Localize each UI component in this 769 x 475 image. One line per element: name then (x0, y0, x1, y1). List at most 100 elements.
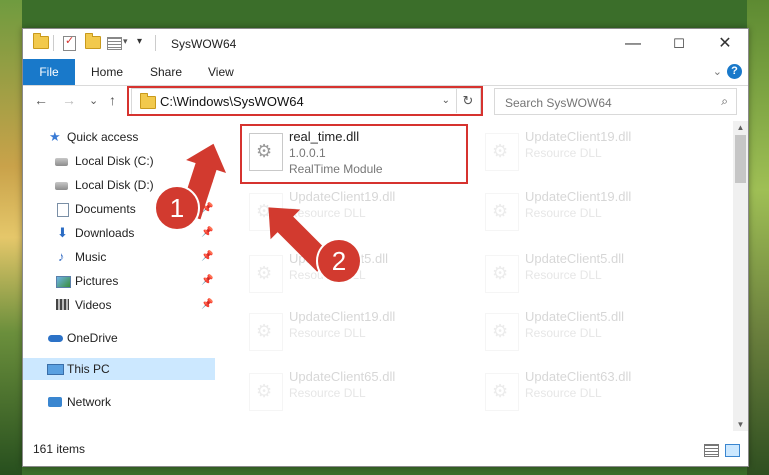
file-item[interactable]: UpdateClient19.dll Resource DLL (243, 307, 473, 355)
navigation-pane: ★ Quick access Local Disk (C:) 📌 Local D… (23, 121, 215, 431)
sidebar-item-music[interactable]: ♪ Music 📌 (23, 246, 215, 268)
file-item[interactable]: UpdateClient19.dll Resource DLL (479, 127, 709, 175)
vertical-scrollbar[interactable]: ▲ ▼ (733, 121, 748, 431)
ribbon-collapse-icon[interactable]: ⌄ (713, 65, 722, 78)
dll-file-icon (485, 313, 519, 351)
scroll-up-icon[interactable]: ▲ (733, 123, 748, 132)
dll-file-icon (249, 313, 283, 351)
file-description: Resource DLL (525, 146, 602, 160)
computer-icon (47, 364, 64, 375)
file-description: Resource DLL (525, 326, 602, 340)
sidebar-item-this-pc[interactable]: This PC (23, 358, 215, 380)
file-name: UpdateClient63.dll (525, 369, 632, 384)
pin-icon[interactable]: 📌 (201, 246, 213, 268)
maximize-button[interactable]: ☐ (656, 29, 702, 59)
dll-file-icon (249, 373, 283, 411)
annotation-badge-2: 2 (316, 238, 362, 284)
dll-file-icon (485, 255, 519, 293)
tab-share[interactable]: Share (150, 59, 182, 85)
sidebar-item-quick-access[interactable]: ★ Quick access (23, 126, 215, 148)
search-box[interactable]: ⌕ (494, 88, 737, 115)
music-icon: ♪ (58, 249, 65, 264)
pin-icon[interactable]: 📌 (201, 222, 213, 244)
network-icon (48, 397, 62, 407)
file-name: UpdateClient19.dll (289, 189, 396, 204)
recent-locations-button[interactable]: ⌄ (89, 94, 98, 107)
sidebar-item-local-disk-c[interactable]: Local Disk (C:) 📌 (23, 150, 215, 172)
sidebar-item-label: Videos (75, 298, 112, 312)
file-item[interactable]: UpdateClient5.dll Resource DLL (479, 249, 709, 297)
file-description: Resource DLL (525, 206, 602, 220)
dropdown-chevron-icon[interactable]: ▾ (123, 36, 128, 47)
scroll-thumb[interactable] (735, 135, 746, 183)
window-title: SysWOW64 (171, 37, 237, 51)
sidebar-item-label: Local Disk (C:) (75, 154, 154, 168)
status-bar: 161 items (23, 436, 748, 466)
folder-icon (33, 33, 49, 49)
large-icons-view-icon[interactable] (725, 444, 740, 457)
item-count: 161 items (33, 442, 86, 456)
up-button[interactable]: ↑ (109, 92, 116, 108)
disk-icon (55, 182, 68, 190)
new-folder-icon[interactable] (85, 33, 101, 49)
properties-icon[interactable]: ✓ (63, 35, 76, 51)
sidebar-item-label: Pictures (75, 274, 119, 288)
dll-file-icon (249, 255, 283, 293)
desktop-background-left (0, 0, 22, 475)
videos-icon (56, 299, 69, 310)
pictures-icon (56, 276, 71, 288)
pin-icon[interactable]: 📌 (201, 294, 213, 316)
title-bar: ✓ ▾ ▾ SysWOW64 — ☐ ✕ (23, 29, 748, 59)
sidebar-item-network[interactable]: Network (23, 391, 215, 413)
sidebar-item-label: OneDrive (67, 331, 118, 345)
navigation-bar: ← → ⌄ ↑ C:\Windows\SysWOW64 ⌄ ↻ ⌕ (23, 86, 748, 116)
sidebar-item-label: Music (75, 250, 107, 264)
file-list: real_time.dll 1.0.0.1 RealTime Module Up… (223, 121, 733, 431)
pin-icon[interactable]: 📌 (201, 270, 213, 292)
tab-home[interactable]: Home (91, 59, 123, 85)
file-item[interactable]: UpdateClient5.dll Resource DLL (479, 307, 709, 355)
forward-button[interactable]: → (62, 92, 76, 108)
search-icon[interactable]: ⌕ (721, 94, 728, 109)
file-description: Resource DLL (289, 386, 366, 400)
file-name: UpdateClient19.dll (525, 129, 632, 144)
customize-view-icon[interactable] (107, 37, 122, 50)
quick-access-dropdown-icon[interactable]: ▾ (137, 36, 142, 47)
address-highlight-box (127, 86, 483, 116)
scroll-down-icon[interactable]: ▼ (733, 420, 748, 429)
sidebar-item-label: Local Disk (D:) (75, 178, 154, 192)
file-description: Resource DLL (525, 386, 602, 400)
sidebar-item-videos[interactable]: Videos 📌 (23, 294, 215, 316)
details-view-icon[interactable] (704, 444, 719, 457)
document-icon (57, 203, 69, 217)
ribbon-tabs: File Home Share View ⌄ ? (23, 59, 748, 86)
sidebar-item-onedrive[interactable]: OneDrive (23, 327, 215, 349)
file-item[interactable]: UpdateClient19.dll Resource DLL (479, 187, 709, 235)
sidebar-item-label: Documents (75, 202, 136, 216)
file-description: Resource DLL (289, 206, 366, 220)
download-icon: ⬇ (57, 225, 68, 240)
tab-view[interactable]: View (208, 59, 234, 85)
file-highlight-box (240, 124, 468, 184)
title-separator (155, 35, 156, 51)
toolbar-separator (53, 35, 54, 51)
help-icon[interactable]: ? (727, 64, 742, 79)
file-name: UpdateClient19.dll (289, 309, 396, 324)
tab-file[interactable]: File (23, 59, 75, 85)
sidebar-item-pictures[interactable]: Pictures 📌 (23, 270, 215, 292)
back-button[interactable]: ← (34, 92, 48, 108)
minimize-button[interactable]: — (610, 29, 656, 59)
close-button[interactable]: ✕ (702, 29, 748, 59)
file-item[interactable]: UpdateClient63.dll Resource DLL (479, 367, 709, 415)
dll-file-icon (485, 193, 519, 231)
file-item[interactable]: UpdateClient65.dll Resource DLL (243, 367, 473, 415)
file-name: UpdateClient5.dll (525, 251, 625, 266)
search-input[interactable] (503, 91, 707, 114)
annotation-badge-1: 1 (154, 185, 200, 231)
disk-icon (55, 158, 68, 166)
sidebar-item-label: Quick access (67, 130, 139, 144)
file-name: UpdateClient5.dll (525, 309, 625, 324)
sidebar-item-label: This PC (67, 362, 110, 376)
dll-file-icon (485, 373, 519, 411)
file-description: Resource DLL (525, 268, 602, 282)
